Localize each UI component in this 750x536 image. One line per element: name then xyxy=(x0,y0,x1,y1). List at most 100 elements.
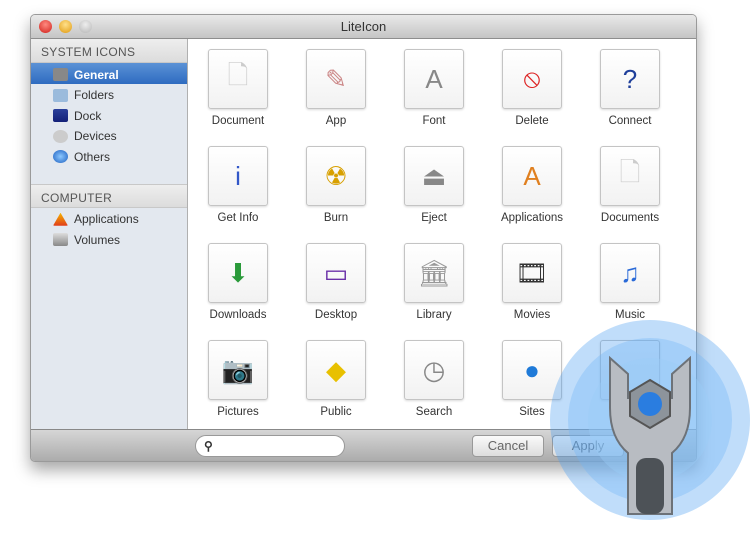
app-icon: ✎ xyxy=(306,49,366,109)
icon-label: Document xyxy=(211,115,265,127)
disc-icon xyxy=(53,129,68,143)
icon-cell-applications[interactable]: A Applications xyxy=(483,146,581,224)
icon-cell-documents[interactable]: 🗋 Documents xyxy=(581,146,679,224)
icon-glyph: 🗋 xyxy=(227,60,249,90)
icon-glyph: ✎ xyxy=(325,63,347,94)
title-bar: LiteIcon xyxy=(31,15,696,39)
zoom-button[interactable] xyxy=(79,20,92,33)
icon-glyph: ⏏ xyxy=(421,160,447,191)
music-icon: ♫ xyxy=(600,243,660,303)
public-icon: ◆ xyxy=(306,340,366,400)
dock-icon xyxy=(53,109,68,123)
icon-cell-eject[interactable]: ⏏ Eject xyxy=(385,146,483,224)
sidebar-item-label: Devices xyxy=(74,129,117,144)
section-header-system-icons: SYSTEM ICONS xyxy=(31,39,187,63)
sidebar-item-others[interactable]: Others xyxy=(31,145,187,166)
icon-glyph: ◷ xyxy=(422,354,446,385)
icon-label: Eject xyxy=(421,212,447,224)
eject-icon: ⏏ xyxy=(404,146,464,206)
icon-label: Library xyxy=(416,309,452,321)
burn-icon: ☢ xyxy=(306,146,366,206)
movies-icon: 🎞 xyxy=(502,243,562,303)
icon-glyph: ♫ xyxy=(620,257,640,288)
icon-glyph: 🗋 xyxy=(619,157,641,187)
icon-label: Delete xyxy=(515,115,549,127)
icon-cell-library[interactable]: 🏛 Library xyxy=(385,243,483,321)
applications-icon: A xyxy=(502,146,562,206)
magnifier-icon: ⚲ xyxy=(204,439,213,453)
minimize-button[interactable] xyxy=(59,20,72,33)
icon-glyph: ◆ xyxy=(326,354,346,385)
sidebar-item-label: Others xyxy=(74,149,111,164)
window-title: LiteIcon xyxy=(340,19,387,34)
close-button[interactable] xyxy=(39,20,52,33)
sidebar: SYSTEM ICONS General Folders Dock Device… xyxy=(31,39,188,429)
icon-label: Public xyxy=(320,406,352,418)
icon-label: Font xyxy=(422,115,446,127)
cancel-button[interactable]: Cancel xyxy=(472,435,544,457)
icon-glyph: 📷 xyxy=(221,354,255,385)
icon-cell-document[interactable]: 🗋 Document xyxy=(189,49,287,127)
icon-glyph: 🎞 xyxy=(515,257,549,288)
section-header-computer: COMPUTER xyxy=(31,183,187,208)
liteicon-logo-wrench-icon xyxy=(550,320,750,520)
icon-cell-font[interactable]: A Font xyxy=(385,49,483,127)
icon-label: Downloads xyxy=(209,309,267,321)
general-icon xyxy=(53,68,68,82)
icon-label: App xyxy=(325,115,347,127)
library-icon: 🏛 xyxy=(404,243,464,303)
icon-label: Get Info xyxy=(217,212,259,224)
icon-cell-downloads[interactable]: ⬇ Downloads xyxy=(189,243,287,321)
icon-cell-public[interactable]: ◆ Public xyxy=(287,340,385,418)
sidebar-item-label: Volumes xyxy=(74,232,121,247)
icon-cell-connect[interactable]: ? Connect xyxy=(581,49,679,127)
sidebar-item-label: General xyxy=(74,67,119,82)
sidebar-item-volumes[interactable]: Volumes xyxy=(31,228,187,249)
sidebar-item-dock[interactable]: Dock xyxy=(31,104,187,125)
icon-cell-movies[interactable]: 🎞 Movies xyxy=(483,243,581,321)
icon-glyph: i xyxy=(235,160,241,191)
search-field[interactable]: ⚲ xyxy=(195,435,345,457)
icon-glyph: ⬇ xyxy=(227,257,249,288)
icon-label: Burn xyxy=(323,212,349,224)
sidebar-item-devices[interactable]: Devices xyxy=(31,125,187,146)
pictures-icon: 📷 xyxy=(208,340,268,400)
sidebar-item-label: Applications xyxy=(74,212,139,227)
delete-icon: ⦸ xyxy=(502,49,562,109)
get-info-icon: i xyxy=(208,146,268,206)
icon-glyph: 🏛 xyxy=(417,257,451,288)
icon-cell-burn[interactable]: ☢ Burn xyxy=(287,146,385,224)
icon-label: Search xyxy=(415,406,453,418)
icon-glyph: ☢ xyxy=(324,160,348,191)
applications-icon xyxy=(53,212,68,226)
icon-glyph: ▭ xyxy=(323,257,349,288)
icon-label: Applications xyxy=(500,212,563,224)
icon-glyph: A xyxy=(425,63,443,94)
sidebar-item-label: Folders xyxy=(74,88,115,103)
icon-cell-delete[interactable]: ⦸ Delete xyxy=(483,49,581,127)
icon-cell-app[interactable]: ✎ App xyxy=(287,49,385,127)
icon-cell-get-info[interactable]: i Get Info xyxy=(189,146,287,224)
sidebar-item-general[interactable]: General xyxy=(31,63,187,84)
search-icon: ◷ xyxy=(404,340,464,400)
icon-cell-music[interactable]: ♫ Music xyxy=(581,243,679,321)
desktop-icon: ▭ xyxy=(306,243,366,303)
icon-label: Desktop xyxy=(314,309,358,321)
sidebar-item-applications[interactable]: Applications xyxy=(31,208,187,229)
sidebar-item-label: Dock xyxy=(74,108,102,123)
icon-cell-search[interactable]: ◷ Search xyxy=(385,340,483,418)
icon-glyph: ? xyxy=(622,63,638,94)
icon-cell-pictures[interactable]: 📷 Pictures xyxy=(189,340,287,418)
connect-icon: ? xyxy=(600,49,660,109)
font-icon: A xyxy=(404,49,464,109)
sidebar-item-folders[interactable]: Folders xyxy=(31,84,187,105)
icon-glyph: A xyxy=(523,160,541,191)
icon-label: Pictures xyxy=(217,406,259,418)
icon-glyph: ⦸ xyxy=(523,63,541,93)
volume-icon xyxy=(53,233,68,247)
downloads-icon: ⬇ xyxy=(208,243,268,303)
document-icon: 🗋 xyxy=(208,49,268,109)
icon-cell-desktop[interactable]: ▭ Desktop xyxy=(287,243,385,321)
folder-icon xyxy=(53,88,68,102)
globe-icon xyxy=(53,150,68,164)
